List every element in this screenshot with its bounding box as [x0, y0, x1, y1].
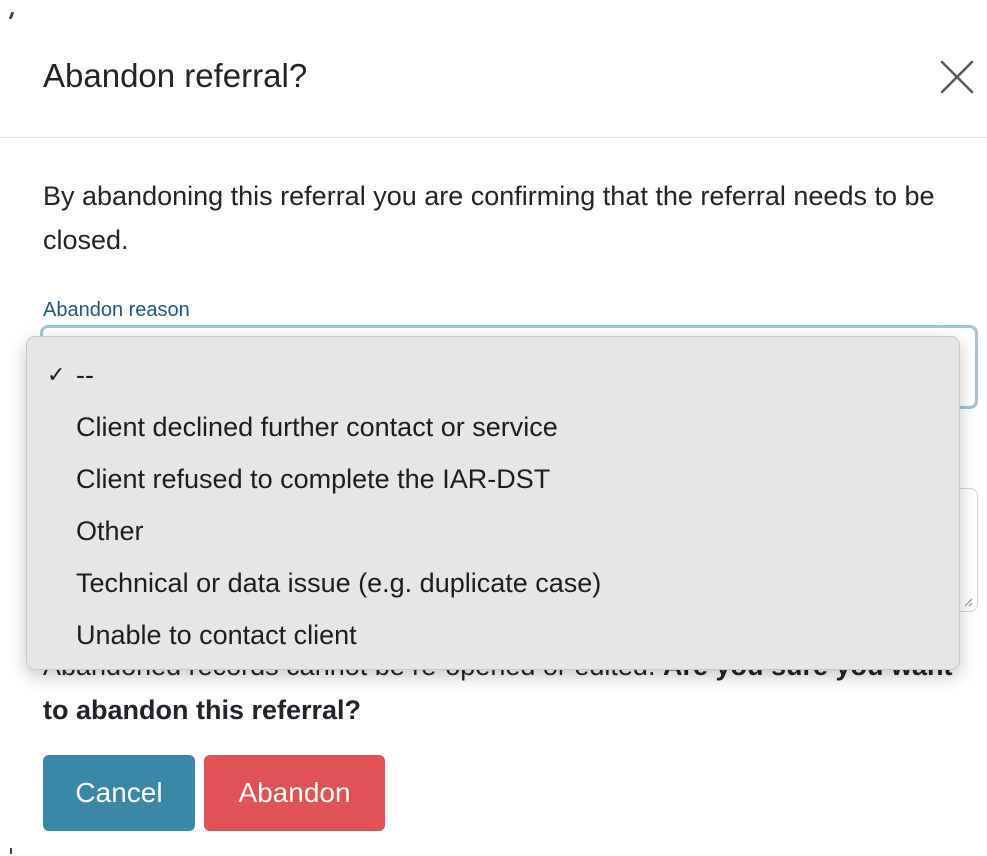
dropdown-option-other[interactable]: Other — [27, 505, 959, 557]
resize-grip-icon[interactable] — [963, 597, 973, 607]
option-label: -- — [76, 360, 94, 390]
close-button[interactable] — [936, 56, 978, 98]
option-label: Technical or data issue (e.g. duplicate … — [76, 568, 602, 598]
abandon-reason-dropdown: ✓ -- Client declined further contact or s… — [26, 336, 960, 670]
dropdown-option-client-declined[interactable]: Client declined further contact or servi… — [27, 401, 959, 453]
close-icon — [940, 60, 974, 94]
abandon-referral-modal: Abandon referral? By abandoning this ref… — [0, 0, 987, 856]
dropdown-option-empty[interactable]: ✓ -- — [27, 349, 959, 401]
cancel-button[interactable]: Cancel — [43, 755, 195, 831]
option-label: Client declined further contact or servi… — [76, 412, 558, 442]
modal-title: Abandon referral? — [43, 57, 308, 94]
abandon-button[interactable]: Abandon — [204, 755, 385, 831]
corner-mark-bottom — [10, 848, 12, 854]
intro-text: By abandoning this referral you are conf… — [43, 181, 935, 255]
option-label: Unable to contact client — [76, 620, 357, 650]
dropdown-option-technical-issue[interactable]: Technical or data issue (e.g. duplicate … — [27, 557, 959, 609]
option-label: Other — [76, 516, 144, 546]
option-label: Client refused to complete the IAR-DST — [76, 464, 551, 494]
dropdown-option-client-refused[interactable]: Client refused to complete the IAR-DST — [27, 453, 959, 505]
checkmark-icon: ✓ — [47, 362, 66, 387]
abandon-reason-label: Abandon reason — [43, 299, 190, 321]
modal-header: Abandon referral? — [0, 0, 987, 138]
dropdown-option-unable-to-contact[interactable]: Unable to contact client — [27, 609, 959, 661]
